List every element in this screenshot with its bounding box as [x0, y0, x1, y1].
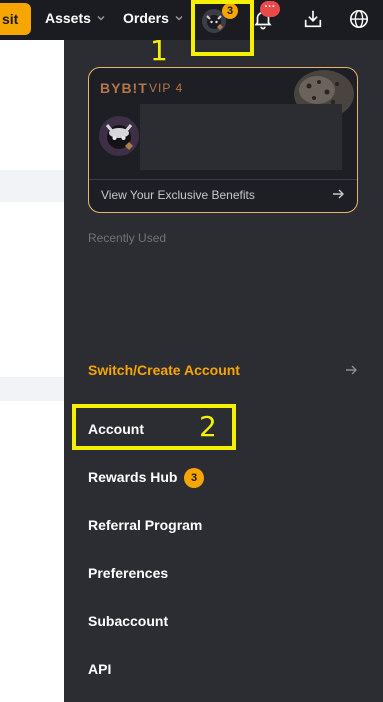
- menu-item-referral-program[interactable]: Referral Program: [88, 517, 202, 533]
- exclusive-benefits-link[interactable]: View Your Exclusive Benefits: [101, 188, 255, 202]
- highlight-box-step-1: [191, 0, 254, 56]
- switch-create-account-link[interactable]: Switch/Create Account: [88, 362, 240, 378]
- arrow-right-icon[interactable]: [331, 187, 345, 201]
- notification-badge: ···: [260, 1, 280, 17]
- chevron-down-icon: [175, 16, 183, 21]
- vip-level-label: VIP 4: [149, 81, 184, 95]
- vip-avatar: [99, 116, 139, 156]
- chevron-down-icon: [97, 16, 105, 21]
- background-row: [0, 170, 64, 202]
- step-2-label: 2: [199, 410, 217, 443]
- card-divider: [89, 179, 357, 180]
- avatar-icon: [105, 124, 133, 150]
- download-icon[interactable]: [302, 8, 324, 30]
- arrow-right-icon[interactable]: [344, 363, 358, 377]
- menu-item-subaccount[interactable]: Subaccount: [88, 613, 168, 629]
- nav-orders[interactable]: Orders: [123, 10, 184, 26]
- deposit-button[interactable]: sit: [0, 3, 31, 35]
- nav-assets[interactable]: Assets: [45, 10, 106, 26]
- menu-item-api[interactable]: API: [88, 661, 111, 677]
- background-row: [0, 377, 64, 401]
- menu-item-rewards-hub[interactable]: Rewards Hub: [88, 469, 177, 485]
- menu-item-preferences[interactable]: Preferences: [88, 565, 168, 581]
- redacted-user-info: [140, 104, 342, 170]
- globe-icon[interactable]: [348, 8, 370, 30]
- nav-assets-label: Assets: [45, 10, 91, 26]
- brand-logo: BYB!T: [100, 80, 148, 96]
- nav-orders-label: Orders: [123, 10, 169, 26]
- vip-card[interactable]: BYB!T VIP 4 View Your Exclusive Benefits: [88, 67, 358, 213]
- step-1-label: 1: [150, 34, 168, 67]
- account-dropdown-panel: BYB!T VIP 4 View Your Exclusive Benefits…: [64, 40, 383, 702]
- rewards-badge: 3: [184, 468, 204, 488]
- recently-used-title: Recently Used: [88, 231, 167, 245]
